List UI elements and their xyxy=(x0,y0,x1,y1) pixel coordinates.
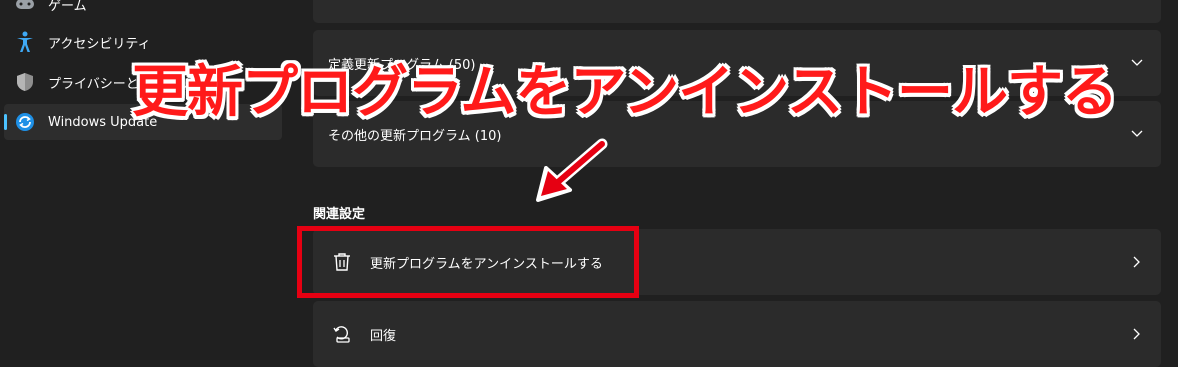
gamepad-icon xyxy=(12,0,38,17)
sidebar-item-label: ゲーム xyxy=(48,0,87,14)
annotation-headline: 更新プログラムをアンインストールする xyxy=(132,60,1118,125)
shield-icon xyxy=(12,69,38,95)
related-settings-heading: 関連設定 xyxy=(313,207,366,222)
chevron-right-icon xyxy=(1131,256,1143,268)
recovery-icon xyxy=(332,324,352,344)
arrow-annotation xyxy=(536,138,608,202)
recovery-row[interactable]: 回復 xyxy=(313,301,1161,367)
windows-update-icon xyxy=(12,109,38,135)
chevron-down-icon xyxy=(1131,57,1143,69)
accessibility-icon xyxy=(12,29,38,55)
sidebar-item-gaming[interactable]: ゲーム xyxy=(4,0,282,22)
selection-indicator xyxy=(4,114,7,130)
update-history-card[interactable] xyxy=(313,0,1161,23)
chevron-right-icon xyxy=(1131,328,1143,340)
highlight-box xyxy=(297,226,639,298)
chevron-down-icon xyxy=(1131,128,1143,140)
recovery-label: 回復 xyxy=(370,328,397,344)
